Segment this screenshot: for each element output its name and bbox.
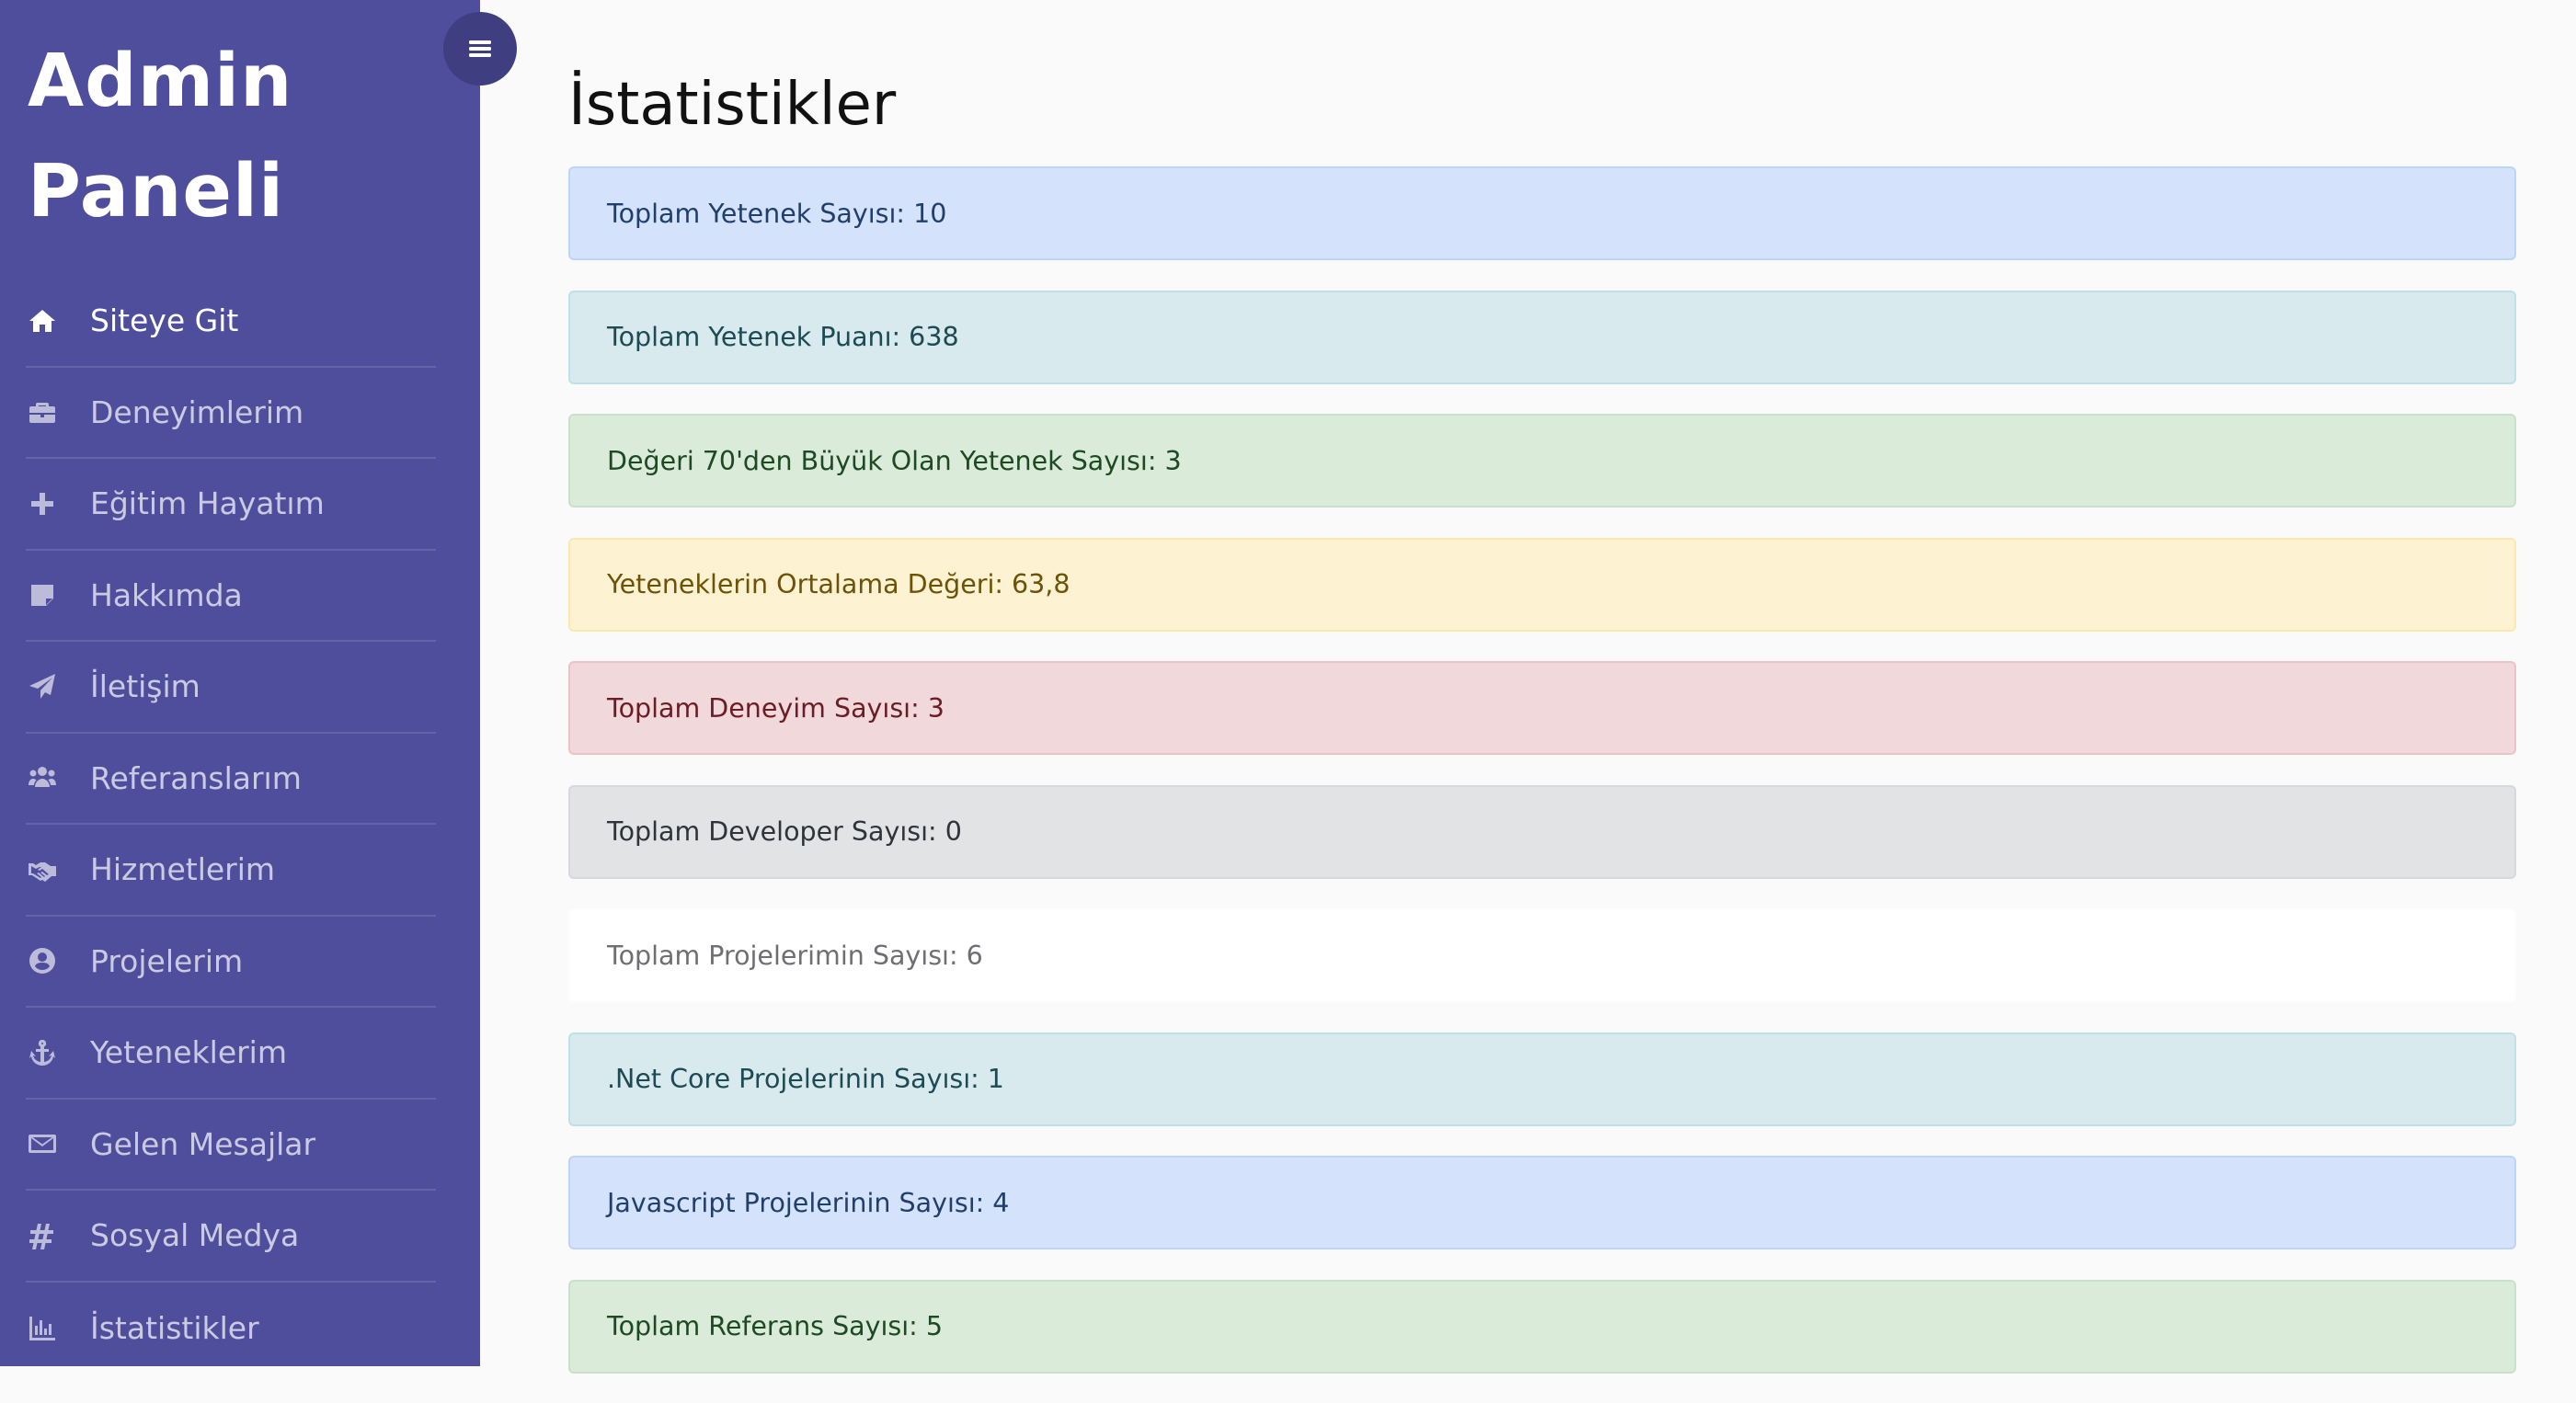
stat-alert-yetenek-70-ustu: Değeri 70'den Büyük Olan Yetenek Sayısı:… (568, 414, 2516, 508)
paper-plane-icon (26, 670, 59, 703)
stat-alert-toplam-proje: Toplam Projelerimin Sayısı: 6 (568, 908, 2516, 1002)
brand-title[interactable]: Admin Paneli (28, 26, 460, 246)
anchor-icon (26, 1036, 59, 1069)
sidebar-item-hizmetlerim[interactable]: Hizmetlerim (26, 825, 436, 917)
sidebar: Admin Paneli Siteye Git Deneyimlerim Eği… (0, 0, 480, 1366)
envelope-icon (26, 1127, 59, 1160)
sidebar-item-label: Hakkımda (90, 576, 243, 613)
sidebar-item-gelen-mesajlar[interactable]: Gelen Mesajlar (26, 1100, 436, 1191)
hashtag-icon (26, 1219, 59, 1252)
sidebar-item-label: İstatistikler (90, 1309, 259, 1346)
stat-alert-toplam-developer: Toplam Developer Sayısı: 0 (568, 784, 2516, 879)
stat-alert-toplam-yetenek-puani: Toplam Yetenek Puanı: 638 (568, 290, 2516, 384)
sidebar-item-istatistikler[interactable]: İstatistikler (26, 1283, 436, 1374)
sidebar-item-label: Gelen Mesajlar (90, 1125, 316, 1162)
sidebar-item-label: Yeteneklerim (90, 1034, 288, 1071)
sidebar-item-hakkimda[interactable]: Hakkımda (26, 551, 436, 642)
sidebar-item-label: Deneyimlerim (90, 394, 304, 430)
sidebar-item-label: Referanslarım (90, 759, 302, 796)
briefcase-icon (26, 395, 59, 428)
sidebar-item-label: Siteye Git (90, 302, 239, 339)
stat-alert-net-core-proje: .Net Core Projelerinin Sayısı: 1 (568, 1032, 2516, 1126)
brand-line-1: Admin (28, 39, 293, 123)
home-icon (26, 304, 59, 337)
hamburger-menu-icon (466, 35, 494, 63)
sidebar-item-egitim-hayatim[interactable]: Eğitim Hayatım (26, 459, 436, 551)
sidebar-item-yeteneklerim[interactable]: Yeteneklerim (26, 1008, 436, 1100)
users-icon (26, 761, 59, 794)
sidebar-item-referanslarim[interactable]: Referanslarım (26, 734, 436, 825)
sidebar-item-label: İletişim (90, 668, 200, 705)
sidebar-item-label: Hizmetlerim (90, 851, 276, 888)
handshake-icon (26, 853, 59, 886)
sidebar-item-siteye-git[interactable]: Siteye Git (26, 276, 436, 368)
sidebar-item-label: Sosyal Medya (90, 1217, 300, 1254)
sidebar-item-label: Eğitim Hayatım (90, 485, 325, 522)
page-title: İstatistikler (568, 71, 897, 139)
stats-list: Toplam Yetenek Sayısı: 10 Toplam Yetenek… (568, 166, 2516, 1403)
sidebar-item-projelerim[interactable]: Projelerim (26, 917, 436, 1008)
bar-chart-icon (26, 1311, 59, 1344)
stat-alert-toplam-yetenek-sayisi: Toplam Yetenek Sayısı: 10 (568, 166, 2516, 260)
sidebar-nav: Siteye Git Deneyimlerim Eğitim Hayatım H… (26, 276, 436, 1374)
stat-alert-toplam-deneyim: Toplam Deneyim Sayısı: 3 (568, 661, 2516, 755)
plus-icon (26, 487, 59, 520)
brand-line-2: Paneli (28, 149, 285, 234)
stat-alert-ortalama-deger: Yeteneklerin Ortalama Değeri: 63,8 (568, 537, 2516, 632)
stat-alert-toplam-referans: Toplam Referans Sayısı: 5 (568, 1279, 2516, 1374)
user-circle-icon (26, 944, 59, 977)
sidebar-item-sosyal-medya[interactable]: Sosyal Medya (26, 1191, 436, 1283)
sticky-note-icon (26, 578, 59, 611)
sidebar-item-iletisim[interactable]: İletişim (26, 642, 436, 734)
sidebar-item-label: Projelerim (90, 942, 244, 979)
sidebar-toggle-button[interactable] (443, 12, 517, 86)
sidebar-item-deneyimlerim[interactable]: Deneyimlerim (26, 368, 436, 459)
stat-alert-javascript-proje: Javascript Projelerinin Sayısı: 4 (568, 1156, 2516, 1249)
